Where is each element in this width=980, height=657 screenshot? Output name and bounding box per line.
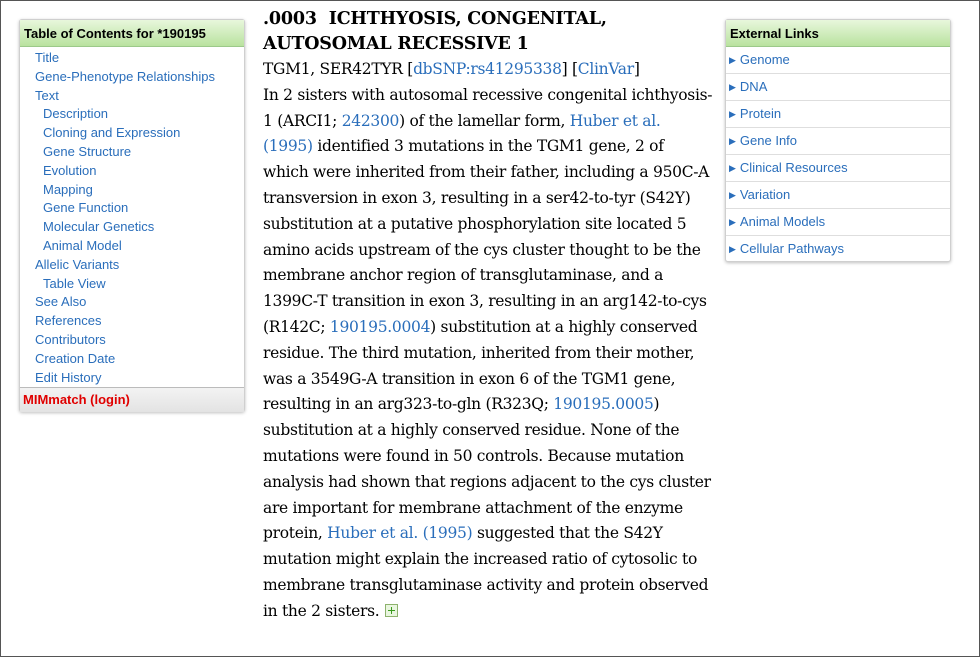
external-link-gene-info[interactable]: ▶ Gene Info — [726, 128, 950, 155]
mimmatch-login-link[interactable]: MIMmatch (login) — [20, 387, 244, 413]
triangle-right-icon: ▶ — [729, 217, 736, 227]
external-link-label: Genome — [739, 52, 790, 67]
toc-item-description[interactable]: Description — [20, 105, 244, 124]
external-link-dna[interactable]: ▶ DNA — [726, 74, 950, 101]
external-links-list: ▶ Genome ▶ DNA ▶ Protein ▶ Gene Info ▶ Clinical R… — [726, 47, 950, 262]
external-link-clinical-resources[interactable]: ▶ Clinical Resources — [726, 155, 950, 182]
toc-item-evolution[interactable]: Evolution — [20, 162, 244, 181]
toc-list: Title Gene-Phenotype Relationships Text Des… — [20, 47, 244, 387]
inline-reference-link[interactable]: 242300 — [342, 112, 400, 130]
variant-title-line1: ICHTHYOSIS, CONGENITAL, — [328, 9, 607, 29]
gene-line-separator: ] [ — [561, 60, 578, 78]
external-link-label: Animal Models — [739, 214, 826, 229]
external-link-label: Variation — [739, 187, 791, 202]
dbsnp-link[interactable]: dbSNP:rs41295338 — [413, 60, 562, 78]
toc-item-allelic-variants[interactable]: Allelic Variants — [20, 256, 244, 275]
gene-line-suffix: ] — [633, 60, 640, 78]
toc-item-table-view[interactable]: Table View — [20, 275, 244, 294]
external-link-variation[interactable]: ▶ Variation — [726, 182, 950, 209]
variant-title-line2: AUTOSOMAL RECESSIVE 1 — [263, 34, 529, 54]
triangle-right-icon: ▶ — [729, 55, 736, 65]
external-link-protein[interactable]: ▶ Protein — [726, 101, 950, 128]
external-link-cellular-pathways[interactable]: ▶ Cellular Pathways — [726, 236, 950, 262]
toc-item-molecular-genetics[interactable]: Molecular Genetics — [20, 218, 244, 237]
toc-item-animal-model[interactable]: Animal Model — [20, 237, 244, 256]
expand-plus-icon[interactable] — [385, 603, 399, 617]
external-link-label: DNA — [739, 79, 768, 94]
external-link-genome[interactable]: ▶ Genome — [726, 47, 950, 74]
toc-item-contributors[interactable]: Contributors — [20, 331, 244, 350]
triangle-right-icon: ▶ — [729, 163, 736, 173]
toc-item-references[interactable]: References — [20, 312, 244, 331]
inline-reference-link[interactable]: Huber et al. (1995) — [327, 524, 472, 542]
external-link-label: Clinical Resources — [739, 160, 848, 175]
toc-item-title[interactable]: Title — [20, 49, 244, 68]
toc-item-cloning-and-expression[interactable]: Cloning and Expression — [20, 124, 244, 143]
external-links-panel: External Links ▶ Genome ▶ DNA ▶ Protein ▶ Gene … — [725, 19, 951, 262]
toc-item-creation-date[interactable]: Creation Date — [20, 350, 244, 369]
gene-line-prefix: TGM1, SER42TYR [ — [263, 60, 414, 78]
external-link-animal-models[interactable]: ▶ Animal Models — [726, 209, 950, 236]
triangle-right-icon: ▶ — [729, 109, 736, 119]
table-of-contents-panel: Table of Contents for *190195 Title Gene-… — [19, 19, 245, 413]
toc-item-gene-structure[interactable]: Gene Structure — [20, 143, 244, 162]
variant-gene-line: TGM1, SER42TYR [dbSNP:rs41295338] [ClinV… — [263, 57, 713, 83]
triangle-right-icon: ▶ — [729, 244, 736, 254]
triangle-right-icon: ▶ — [729, 190, 736, 200]
external-links-title: External Links — [726, 20, 950, 47]
paragraph-text: ) of the lamellar form, — [399, 111, 570, 130]
external-link-label: Protein — [739, 106, 782, 121]
toc-item-see-also[interactable]: See Also — [20, 293, 244, 312]
toc-item-gene-function[interactable]: Gene Function — [20, 199, 244, 218]
triangle-right-icon: ▶ — [729, 136, 736, 146]
variant-heading: .0003 ICHTHYOSIS, CONGENITAL, AUTOSOMAL … — [263, 7, 713, 57]
toc-item-text[interactable]: Text — [20, 87, 244, 106]
inline-reference-link[interactable]: 190195.0005 — [553, 395, 654, 413]
allelic-variant-entry: .0003 ICHTHYOSIS, CONGENITAL, AUTOSOMAL … — [263, 7, 713, 625]
variant-description: In 2 sisters with autosomal recessive co… — [263, 83, 713, 625]
inline-reference-link[interactable]: 190195.0004 — [330, 318, 431, 336]
external-link-label: Gene Info — [739, 133, 798, 148]
toc-title: Table of Contents for *190195 — [20, 20, 244, 47]
toc-item-gene-phenotype-relationships[interactable]: Gene-Phenotype Relationships — [20, 68, 244, 87]
paragraph-text: ) substitution at a highly conserved res… — [263, 395, 711, 543]
paragraph-text: identified 3 mutations in the TGM1 gene,… — [263, 137, 710, 336]
variant-number: .0003 — [263, 9, 317, 29]
toc-item-mapping[interactable]: Mapping — [20, 181, 244, 200]
triangle-right-icon: ▶ — [729, 82, 736, 92]
clinvar-link[interactable]: ClinVar — [578, 60, 634, 78]
external-link-label: Cellular Pathways — [739, 241, 844, 256]
toc-item-edit-history[interactable]: Edit History — [20, 369, 244, 388]
